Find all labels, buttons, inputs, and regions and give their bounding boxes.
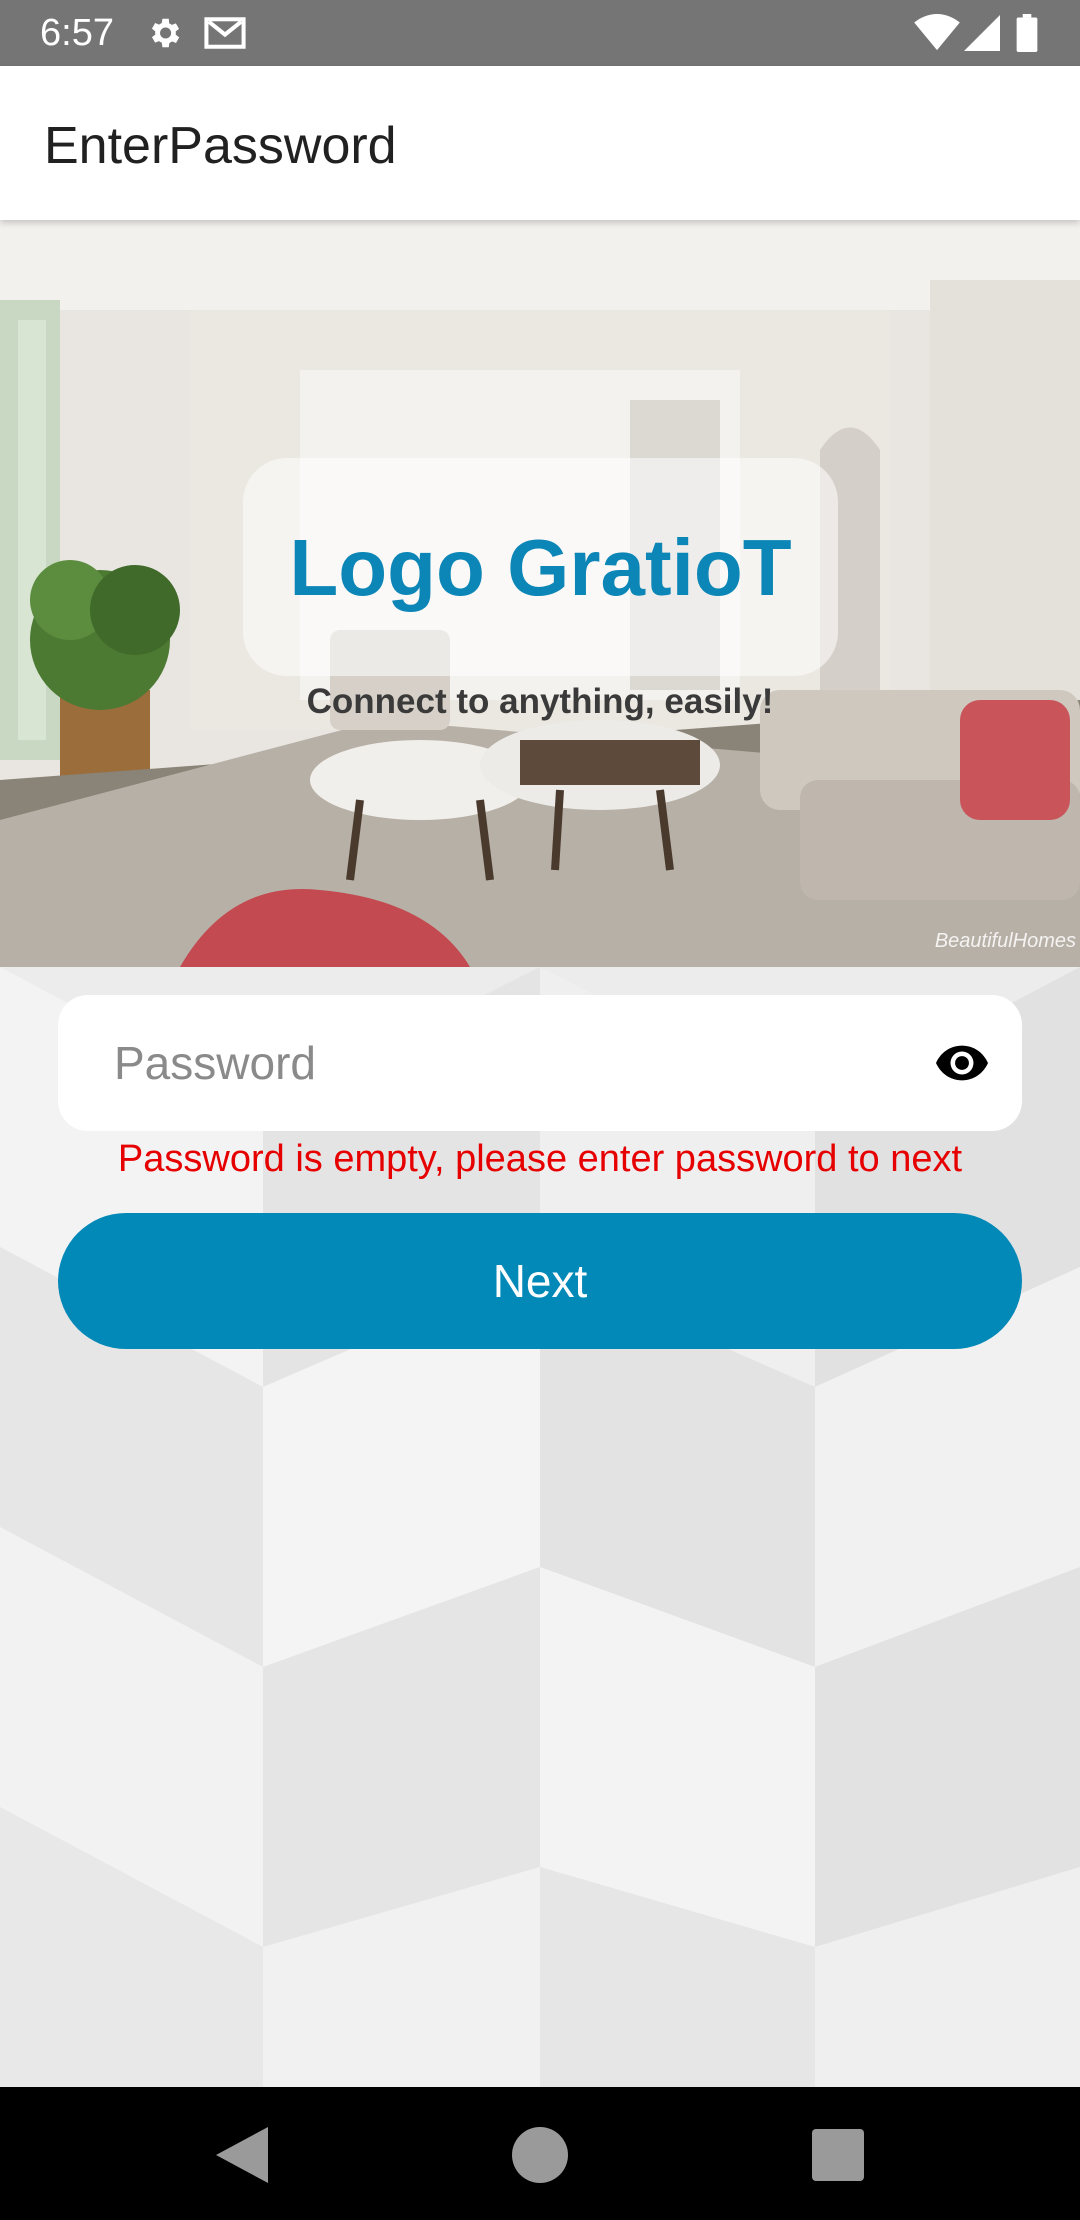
tagline: Connect to anything, easily! bbox=[306, 682, 774, 721]
wifi-icon bbox=[914, 14, 960, 51]
navigation-bar bbox=[0, 2087, 1080, 2220]
app-bar: EnterPassword bbox=[0, 66, 1080, 220]
recents-icon[interactable] bbox=[798, 2115, 878, 2195]
status-time: 6:57 bbox=[40, 12, 114, 54]
gmail-icon bbox=[204, 17, 246, 49]
geometric-background bbox=[0, 967, 1080, 2087]
page-title: EnterPassword bbox=[44, 117, 397, 175]
photo-watermark: BeautifulHomes bbox=[934, 930, 1076, 952]
signal-icon bbox=[964, 15, 1000, 51]
home-icon[interactable] bbox=[500, 2115, 580, 2195]
status-bar: 6:57 bbox=[0, 0, 1080, 66]
eye-icon[interactable] bbox=[936, 1043, 988, 1083]
battery-icon bbox=[1016, 14, 1038, 52]
password-field[interactable] bbox=[58, 995, 1022, 1131]
error-message: Password is empty, please enter password… bbox=[117, 1138, 963, 1180]
back-icon[interactable] bbox=[200, 2115, 280, 2195]
gear-icon bbox=[151, 18, 180, 48]
password-input[interactable] bbox=[114, 1025, 894, 1101]
hero-image: Logo GratioT Connect to anything, easily… bbox=[0, 220, 1080, 967]
next-button[interactable]: Next bbox=[58, 1213, 1022, 1349]
logo-text: Logo GratioT bbox=[289, 523, 792, 612]
